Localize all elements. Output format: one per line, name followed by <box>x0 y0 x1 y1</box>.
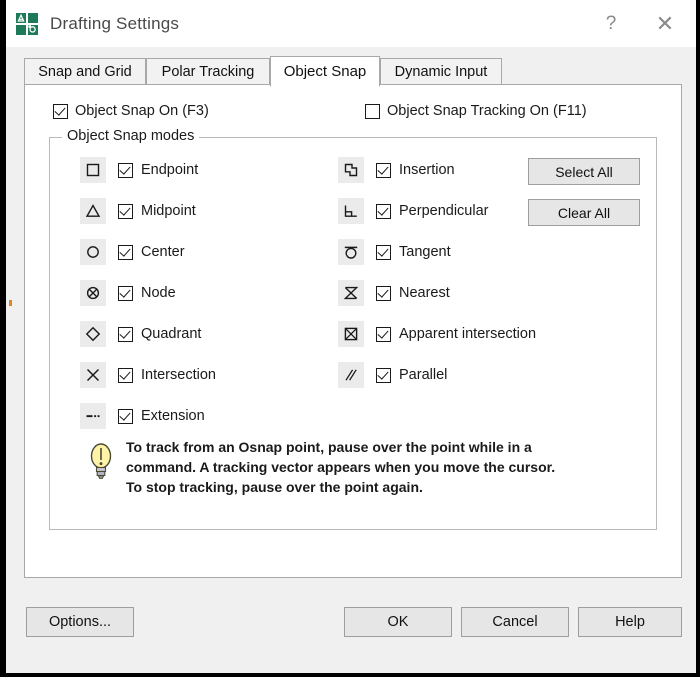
square-glyph-icon <box>80 157 106 183</box>
snap-mode-label-nearest: Nearest <box>399 285 450 301</box>
tab-polar-tracking[interactable]: Polar Tracking <box>146 58 270 85</box>
snap-mode-label-intersection: Intersection <box>141 367 216 383</box>
window-title: Drafting Settings <box>50 13 180 33</box>
snap-mode-midpoint[interactable]: Midpoint <box>80 198 196 224</box>
title-bar: Drafting Settings ? ✕ <box>6 0 696 47</box>
boxed-x-glyph-icon <box>338 321 364 347</box>
diamond-glyph-icon <box>80 321 106 347</box>
snap-mode-label-quadrant: Quadrant <box>141 326 202 342</box>
snap-mode-extension[interactable]: Extension <box>80 403 205 429</box>
ok-button[interactable]: OK <box>344 607 452 637</box>
snap-mode-center[interactable]: Center <box>80 239 185 265</box>
node-circle-x-glyph-icon <box>80 280 106 306</box>
snap-mode-endpoint[interactable]: Endpoint <box>80 157 199 183</box>
drafting-settings-window: Drafting Settings ? ✕ Snap and Grid Pola… <box>0 0 700 677</box>
edge-artifact-mark <box>9 300 12 306</box>
triangle-glyph-icon <box>80 198 106 224</box>
checkbox-parallel[interactable] <box>376 367 391 383</box>
snap-mode-label-parallel: Parallel <box>399 367 448 383</box>
select-all-button[interactable]: Select All <box>528 158 640 185</box>
snap-mode-perpendicular[interactable]: Perpendicular <box>338 198 489 224</box>
checkbox-midpoint[interactable] <box>118 203 133 219</box>
group-legend: Object Snap modes <box>62 128 200 144</box>
checkbox-quadrant[interactable] <box>118 326 133 342</box>
tab-strip: Snap and Grid Polar Tracking Object Snap… <box>24 56 684 87</box>
checkbox-nearest[interactable] <box>376 285 391 301</box>
snap-mode-label-midpoint: Midpoint <box>141 203 196 219</box>
checkbox-box-object-snap-tracking-on[interactable] <box>365 103 380 119</box>
checkbox-tangent[interactable] <box>376 244 391 260</box>
snap-mode-node[interactable]: Node <box>80 280 176 306</box>
snap-mode-label-endpoint: Endpoint <box>141 162 199 178</box>
tip-line-3: To stop tracking, pause over the point a… <box>126 478 423 495</box>
insertion-squares-glyph-icon <box>338 157 364 183</box>
checkbox-object-snap-on[interactable]: Object Snap On (F3) <box>53 103 209 119</box>
x-cross-glyph-icon <box>80 362 106 388</box>
options-button[interactable]: Options... <box>26 607 134 637</box>
clear-all-button[interactable]: Clear All <box>528 199 640 226</box>
snap-mode-apparent-intersection[interactable]: Apparent intersection <box>338 321 537 347</box>
tangent-circle-glyph-icon <box>338 239 364 265</box>
circle-glyph-icon <box>80 239 106 265</box>
checkbox-perpendicular[interactable] <box>376 203 391 219</box>
dash-dots-glyph-icon <box>80 403 106 429</box>
lightbulb-icon <box>86 438 126 484</box>
tab-snap-and-grid[interactable]: Snap and Grid <box>24 58 146 85</box>
parallel-lines-glyph-icon <box>338 362 364 388</box>
snap-mode-tangent[interactable]: Tangent <box>338 239 451 265</box>
object-snap-panel: Object Snap On (F3) Object Snap Tracking… <box>24 84 682 578</box>
help-button[interactable]: Help <box>578 607 682 637</box>
titlebar-help-button[interactable]: ? <box>588 0 634 47</box>
hourglass-glyph-icon <box>338 280 364 306</box>
checkbox-center[interactable] <box>118 244 133 260</box>
object-snap-modes-group: Object Snap modes Endpoint Midpoint Cent… <box>49 128 657 530</box>
checkbox-apparent-intersection[interactable] <box>376 326 391 342</box>
tip-line-1: To track from an Osnap point, pause over… <box>126 439 532 455</box>
snap-mode-label-insertion: Insertion <box>399 162 455 178</box>
checkbox-object-snap-tracking-on[interactable]: Object Snap Tracking On (F11) <box>365 103 587 119</box>
snap-mode-insertion[interactable]: Insertion <box>338 157 455 183</box>
autocad-icon <box>16 12 38 35</box>
snap-mode-quadrant[interactable]: Quadrant <box>80 321 202 347</box>
snap-mode-label-node: Node <box>141 285 176 301</box>
checkbox-node[interactable] <box>118 285 133 301</box>
checkbox-label-object-snap-on: Object Snap On (F3) <box>75 103 209 119</box>
tip-block: To track from an Osnap point, pause over… <box>86 438 632 498</box>
checkbox-insertion[interactable] <box>376 162 391 178</box>
checkbox-label-object-snap-tracking-on: Object Snap Tracking On (F11) <box>387 103 587 119</box>
tip-text: To track from an Osnap point, pause over… <box>126 438 555 498</box>
snap-mode-intersection[interactable]: Intersection <box>80 362 216 388</box>
snap-mode-nearest[interactable]: Nearest <box>338 280 450 306</box>
snap-mode-label-tangent: Tangent <box>399 244 451 260</box>
cancel-button[interactable]: Cancel <box>461 607 569 637</box>
snap-mode-label-center: Center <box>141 244 185 260</box>
checkbox-endpoint[interactable] <box>118 162 133 178</box>
snap-mode-label-perpendicular: Perpendicular <box>399 203 489 219</box>
right-angle-glyph-icon <box>338 198 364 224</box>
snap-mode-label-apparent-intersection: Apparent intersection <box>399 326 537 342</box>
close-icon[interactable]: ✕ <box>642 0 688 47</box>
snap-mode-parallel[interactable]: Parallel <box>338 362 448 388</box>
tab-dynamic-input[interactable]: Dynamic Input <box>380 58 502 85</box>
snap-mode-label-extension: Extension <box>141 408 205 424</box>
tip-line-2: command. A tracking vector appears when … <box>126 458 556 475</box>
tab-object-snap[interactable]: Object Snap <box>270 56 380 87</box>
top-checkbox-row: Object Snap On (F3) Object Snap Tracking… <box>25 103 681 127</box>
checkbox-intersection[interactable] <box>118 367 133 383</box>
checkbox-box-object-snap-on[interactable] <box>53 103 68 119</box>
checkbox-extension[interactable] <box>118 408 133 424</box>
